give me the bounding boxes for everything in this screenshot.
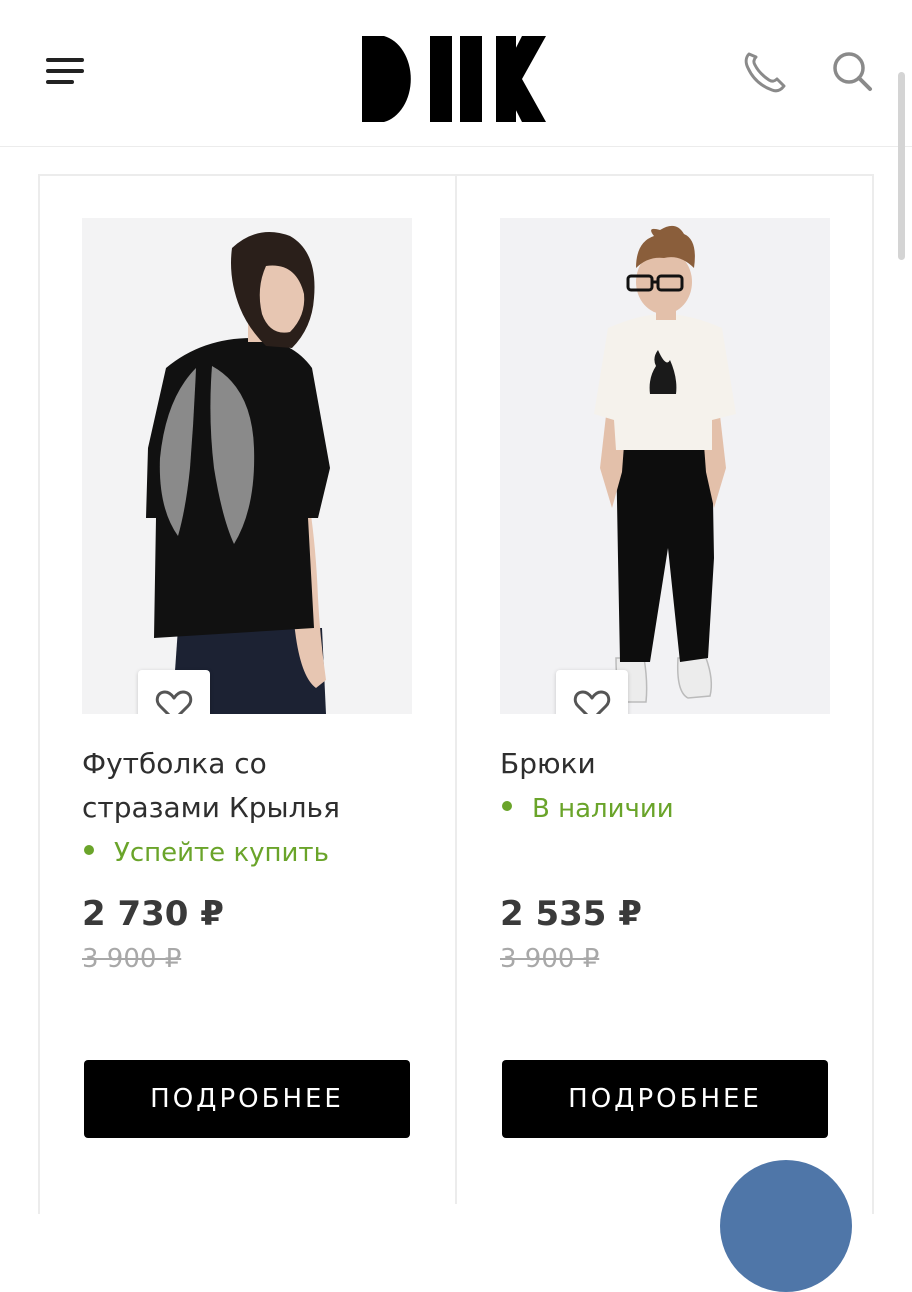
product-card[interactable]: Футболка со стразами Крылья Успейте купи… [40, 176, 456, 1200]
stock-status-text: Успейте купить [114, 838, 329, 868]
details-button[interactable]: ПОДРОБНЕЕ [502, 1060, 828, 1138]
details-button[interactable]: ПОДРОБНЕЕ [84, 1060, 410, 1138]
favorite-button[interactable] [138, 670, 210, 714]
old-price: 3 900 ₽ [500, 944, 600, 974]
brand-logo[interactable] [360, 34, 546, 124]
heart-icon [573, 690, 611, 714]
stock-dot-icon [502, 801, 512, 811]
product-title[interactable]: Брюки [500, 742, 830, 786]
hamburger-icon[interactable] [44, 52, 88, 92]
stock-status: В наличии [500, 794, 674, 824]
favorite-button[interactable] [556, 670, 628, 714]
price: 2 730 ₽ [82, 894, 224, 934]
old-price: 3 900 ₽ [82, 944, 182, 974]
stock-status-text: В наличии [532, 794, 674, 824]
product-image[interactable] [500, 218, 830, 714]
phone-icon[interactable] [740, 48, 790, 94]
product-image[interactable] [82, 218, 412, 714]
product-title[interactable]: Футболка со стразами Крылья [82, 742, 412, 830]
product-card[interactable]: Брюки В наличии 2 535 ₽ 3 900 ₽ ПОДРОБНЕ… [458, 176, 874, 1200]
stock-dot-icon [84, 845, 94, 855]
price: 2 535 ₽ [500, 894, 642, 934]
chat-widget-button[interactable] [720, 1160, 852, 1292]
stock-status: Успейте купить [82, 838, 329, 868]
page-scrollbar[interactable] [898, 72, 905, 260]
site-header [0, 0, 912, 147]
heart-icon [155, 690, 193, 714]
search-icon[interactable] [828, 48, 878, 94]
